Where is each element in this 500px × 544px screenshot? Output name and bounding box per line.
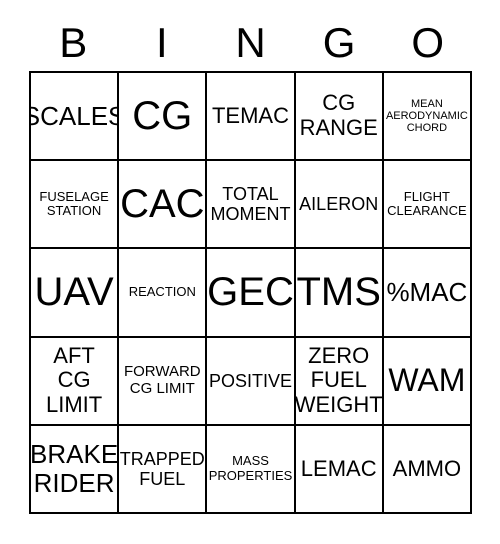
bingo-cell-label: WAM [388,361,466,398]
bingo-cell-r4c4[interactable]: ZERO FUEL WEIGHT [295,337,384,426]
bingo-cell-r3c3[interactable]: GEC [207,249,296,338]
bingo-card: B I N G O SCALES CG TEMAC CG RANGEMEAN AERO… [0,0,500,544]
bingo-cell-r2c2[interactable]: CAC [119,161,208,250]
bingo-cell-label: CG RANGE [299,90,378,141]
bingo-cell-label: POSITIVE [208,370,293,391]
bingo-cell-label: SCALES [31,100,117,131]
bingo-cell-label: FUSELAGE STATION [39,188,109,219]
bingo-cell-label: BRAKE RIDER [31,438,119,498]
bingo-header-letter-i: I [156,18,168,66]
bingo-cell-r5c5[interactable]: AMMO [383,425,472,514]
bingo-grid: SCALES CG TEMAC CG RANGEMEAN AERODYNAMIC CH… [29,71,472,514]
bingo-cell-r5c3[interactable]: MASS PROPERTIES [207,425,296,514]
bingo-cell-label: CAC [120,181,205,226]
bingo-cell-r2c1[interactable]: FUSELAGE STATION [31,161,120,250]
bingo-cell-label: MEAN AERODYNAMIC CHORD [385,97,468,135]
bingo-header-row: B I N G O [29,14,472,71]
bingo-cell-r5c4[interactable]: LEMAC [295,425,384,514]
bingo-cell-r4c2[interactable]: FORWARD CG LIMIT [119,337,208,426]
bingo-cell-label: TMS [296,270,381,315]
bingo-cell-r3c5[interactable]: %MAC [383,249,472,338]
bingo-cell-label: TRAPPED FUEL [119,448,205,489]
bingo-cell-r1c1[interactable]: SCALES [31,73,120,162]
bingo-cell-label: ZERO FUEL WEIGHT [295,342,383,417]
bingo-cell-r5c2[interactable]: TRAPPED FUEL [119,425,208,514]
bingo-cell-label: %MAC [386,276,468,307]
bingo-cell-label: AMMO [392,455,462,481]
bingo-cell-label: UAV [34,270,114,315]
bingo-cell-r3c2[interactable]: REACTION [119,249,208,338]
bingo-cell-r1c2[interactable]: CG [119,73,208,162]
bingo-cell-label: FORWARD CG LIMIT [123,362,201,397]
bingo-cell-r4c1[interactable]: AFT CG LIMIT [31,337,120,426]
bingo-header-letter-n: N [235,18,266,66]
bingo-cell-label: TOTAL MOMENT [210,184,291,225]
bingo-cell-r1c3[interactable]: TEMAC [207,73,296,162]
bingo-cell-label: REACTION [128,284,196,300]
bingo-cell-label: AFT CG LIMIT [45,342,103,417]
bingo-cell-label: AILERON [299,194,379,215]
bingo-cell-label: LEMAC [300,455,377,481]
bingo-cell-r2c5[interactable]: FLIGHT CLEARANCE [383,161,472,250]
bingo-header-letter-b: B [59,18,88,66]
bingo-cell-r5c1[interactable]: BRAKE RIDER [31,425,120,514]
bingo-cell-r1c5[interactable]: MEAN AERODYNAMIC CHORD [383,73,472,162]
bingo-cell-label: CG [132,93,193,138]
bingo-cell-r3c1[interactable]: UAV [31,249,120,338]
bingo-header-letter-g: G [322,18,356,66]
bingo-cell-label: TEMAC [211,102,289,128]
bingo-cell-label: MASS PROPERTIES [208,453,293,483]
bingo-cell-r4c5[interactable]: WAM [383,337,472,426]
bingo-cell-label: FLIGHT CLEARANCE [387,188,467,219]
bingo-cell-r4c3[interactable]: POSITIVE [207,337,296,426]
bingo-cell-r1c4[interactable]: CG RANGE [295,73,384,162]
bingo-header-letter-o: O [411,18,444,66]
bingo-cell-r3c4[interactable]: TMS [295,249,384,338]
bingo-cell-label: GEC [207,270,294,315]
bingo-cell-r2c4[interactable]: AILERON [295,161,384,250]
bingo-cell-r2c3[interactable]: TOTAL MOMENT [207,161,296,250]
